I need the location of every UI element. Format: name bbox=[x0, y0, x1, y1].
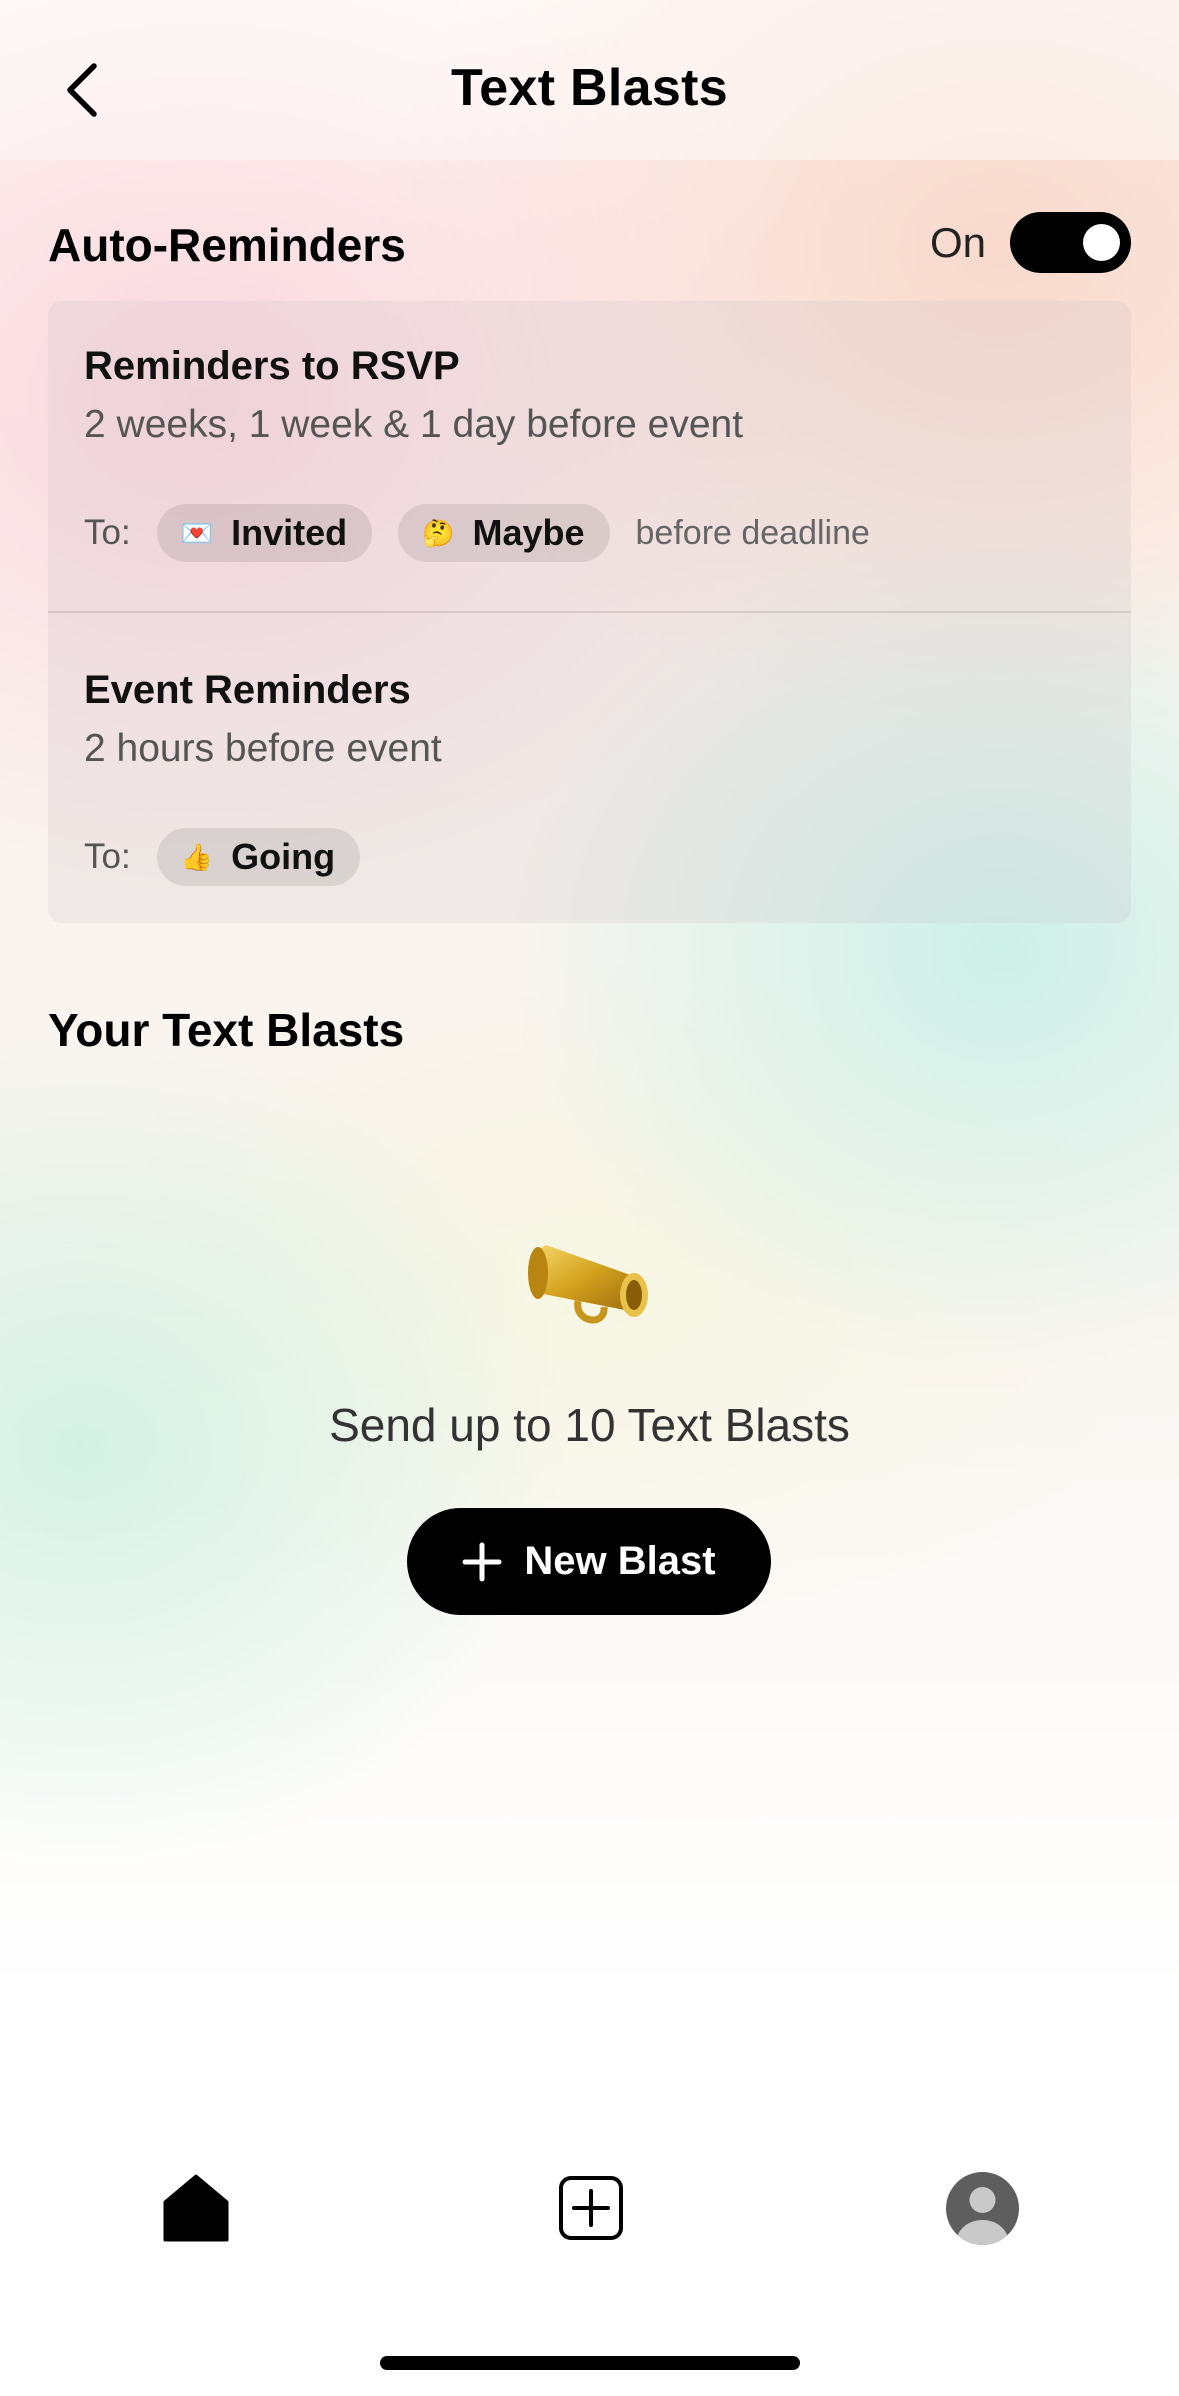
card-divider bbox=[48, 611, 1131, 613]
toggle-label: On bbox=[929, 219, 986, 266]
chip-invited[interactable]: 💌 Invited bbox=[156, 504, 373, 562]
empty-state-text: Send up to 10 Text Blasts bbox=[329, 1399, 850, 1451]
megaphone-icon bbox=[528, 1245, 648, 1324]
chip-label: Going bbox=[231, 836, 336, 877]
chip-maybe[interactable]: 🤔 Maybe bbox=[398, 504, 610, 562]
plus-icon bbox=[462, 1542, 502, 1581]
chip-label: Maybe bbox=[472, 512, 585, 553]
thinking-face-icon: 🤔 bbox=[422, 518, 455, 548]
event-reminder-schedule: 2 hours before event bbox=[84, 727, 442, 770]
event-reminder-title: Event Reminders bbox=[84, 668, 411, 712]
to-label: To: bbox=[84, 513, 131, 552]
deadline-note: before deadline bbox=[635, 513, 870, 552]
reminders-card: Reminders to RSVP 2 weeks, 1 week & 1 da… bbox=[48, 301, 1131, 923]
to-label: To: bbox=[84, 837, 131, 876]
auto-reminders-toggle[interactable] bbox=[1010, 212, 1131, 273]
thumbs-up-icon: 👍 bbox=[180, 842, 214, 872]
rsvp-reminder-title: Reminders to RSVP bbox=[84, 344, 460, 388]
your-text-blasts-heading: Your Text Blasts bbox=[48, 1004, 405, 1056]
profile-avatar-icon[interactable] bbox=[946, 2172, 1019, 2245]
event-recipients-row: To: 👍 Going bbox=[84, 828, 386, 886]
chip-label: Invited bbox=[231, 512, 348, 553]
auto-reminders-heading: Auto-Reminders bbox=[48, 219, 406, 271]
new-blast-label: New Blast bbox=[524, 1539, 716, 1583]
toggle-knob bbox=[1083, 224, 1120, 261]
chip-going[interactable]: 👍 Going bbox=[156, 828, 361, 886]
page-title: Text Blasts bbox=[451, 59, 728, 117]
add-square-icon[interactable] bbox=[558, 2175, 624, 2241]
rsvp-reminder-schedule: 2 weeks, 1 week & 1 day before event bbox=[84, 403, 744, 446]
new-blast-button[interactable]: New Blast bbox=[407, 1508, 771, 1615]
love-letter-icon: 💌 bbox=[180, 518, 214, 548]
rsvp-recipients-row: To: 💌 Invited 🤔 Maybe before deadline bbox=[84, 504, 870, 562]
home-indicator bbox=[380, 2356, 800, 2370]
header-bar: Text Blasts bbox=[0, 0, 1179, 160]
home-icon[interactable] bbox=[163, 2174, 229, 2242]
